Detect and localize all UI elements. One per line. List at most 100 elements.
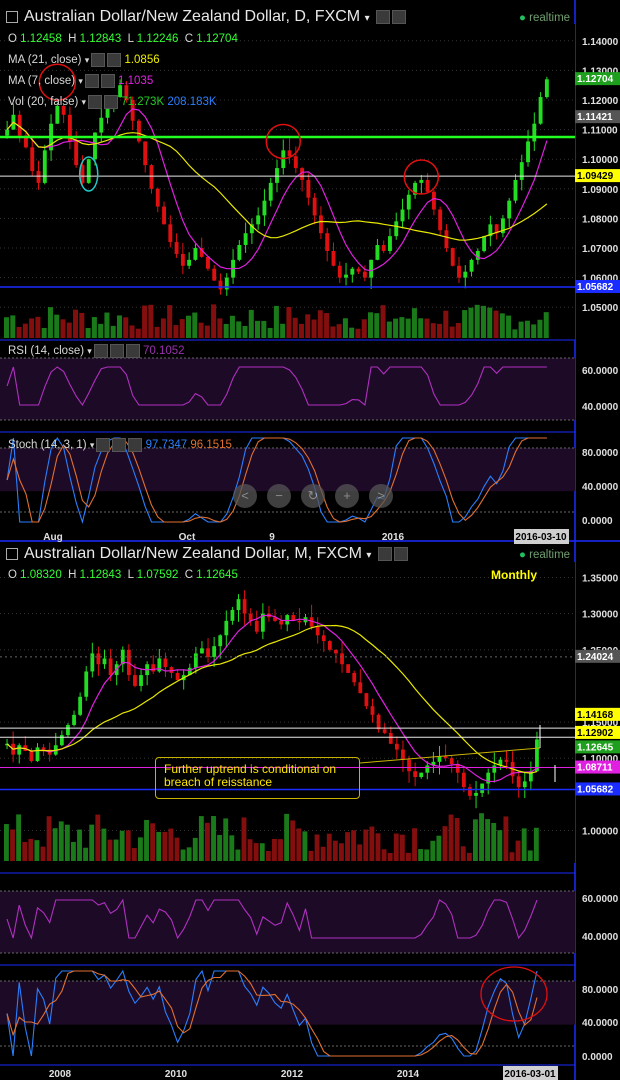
volume-bar (515, 840, 521, 861)
volume-bar (119, 830, 125, 861)
volume-bar (77, 829, 82, 861)
price-tag-label: 1.08711 (577, 763, 613, 774)
candle-body (29, 751, 34, 762)
eye-icon[interactable] (88, 95, 103, 109)
candle-body (315, 626, 320, 636)
eye-icon[interactable] (96, 438, 111, 452)
zoom-out-button[interactable]: − (267, 484, 291, 508)
volume-bar (455, 322, 461, 338)
candle-body (463, 271, 468, 278)
top-ma7-legend[interactable]: MA (7, close) ▾ 1.1035 (8, 74, 153, 88)
volume-bar (324, 313, 330, 338)
x-axis-label: 9 (269, 532, 275, 543)
candle-body (163, 658, 168, 668)
candle-body (243, 233, 248, 246)
reset-button[interactable]: ↻ (301, 484, 325, 508)
gear-icon[interactable] (100, 74, 115, 88)
candle-body (212, 268, 217, 281)
volume-bar (493, 310, 499, 338)
volume-bar (336, 324, 342, 338)
candle-body (376, 714, 381, 730)
volume-bar (167, 305, 173, 338)
volume-bar (480, 305, 486, 338)
volume-bar (156, 831, 162, 861)
rsi-tick-label: 40.0000 (582, 932, 619, 943)
volume-bar (174, 837, 180, 861)
volume-bar (430, 840, 436, 861)
x-axis-label: 2010 (165, 1069, 188, 1080)
candle-body (151, 664, 156, 672)
candle-body (468, 787, 472, 796)
price-tag-label: 1.14168 (577, 710, 614, 721)
scroll-left-button[interactable]: < (233, 484, 257, 508)
volume-bar (320, 846, 326, 861)
top-stoch-legend[interactable]: Stoch (14, 3, 1) ▾ 97.7347 96.1515 (8, 438, 232, 452)
candle-body (174, 242, 179, 254)
scroll-right-button[interactable]: > (369, 484, 393, 508)
gear-icon[interactable] (107, 53, 122, 67)
bottom-ohlc: O 1.08320 H 1.12843 L 1.07592 C 1.12645 (8, 569, 238, 581)
volume-bar (129, 325, 135, 338)
volume-bar (330, 326, 336, 338)
volume-bar (405, 318, 411, 338)
date-tag-label: 2016-03-01 (504, 1069, 556, 1080)
settings-icon[interactable] (377, 547, 392, 561)
settings-icon[interactable] (376, 10, 391, 24)
volume-bar (506, 315, 512, 338)
volume-bar (524, 320, 530, 338)
candle-body (193, 248, 198, 260)
volume-bar (302, 831, 308, 861)
eye-icon[interactable] (84, 74, 99, 88)
volume-bar (217, 318, 223, 338)
close-icon[interactable] (128, 438, 143, 452)
gear-icon[interactable] (109, 344, 124, 358)
candle-body (312, 197, 317, 216)
volume-bar (186, 847, 192, 861)
eye-icon[interactable] (93, 344, 108, 358)
volume-bar (229, 315, 235, 338)
gear-icon[interactable] (392, 10, 407, 24)
volume-bar (326, 833, 332, 861)
gear-icon[interactable] (104, 95, 119, 109)
gear-icon[interactable] (393, 547, 408, 561)
stoch-tick-label: 40.0000 (582, 1018, 619, 1029)
top-ma21-legend[interactable]: MA (21, close) ▾ 1.0856 (8, 53, 160, 67)
collapse-icon[interactable] (6, 11, 18, 23)
candle-body (237, 245, 242, 260)
volume-bar (247, 839, 253, 861)
candle-body (268, 182, 273, 201)
candle-body (30, 147, 35, 172)
candle-body (218, 280, 223, 290)
volume-bar (217, 835, 223, 861)
volume-bar (509, 852, 515, 861)
collapse-icon[interactable] (6, 548, 18, 560)
candle-body (133, 675, 137, 686)
candle-body (279, 620, 284, 625)
volume-bar (290, 820, 296, 861)
candle-body (352, 672, 357, 683)
volume-bar (29, 318, 35, 338)
volume-bar (424, 318, 430, 338)
candle-body (35, 747, 40, 762)
volume-bar (485, 819, 491, 861)
x-axis-label: Aug (43, 532, 62, 543)
volume-bar (186, 315, 192, 338)
top-vol-legend[interactable]: Vol (20, false) ▾ 71.273K 208.183K (8, 95, 217, 109)
candle-body (407, 759, 411, 772)
volume-bar (442, 826, 448, 861)
gear-icon[interactable] (112, 438, 127, 452)
candle-body (358, 682, 363, 694)
candle-body (262, 200, 267, 216)
volume-bar (462, 310, 468, 338)
volume-bar (411, 308, 417, 338)
volume-bar (123, 317, 129, 338)
candle-body (281, 150, 286, 169)
volume-bar (406, 852, 411, 861)
eye-icon[interactable] (91, 53, 106, 67)
candle-body (450, 248, 455, 266)
volume-bar (138, 837, 143, 861)
volume-bar (148, 304, 154, 338)
zoom-in-button[interactable]: + (335, 484, 359, 508)
close-icon[interactable] (125, 344, 140, 358)
top-rsi-legend[interactable]: RSI (14, close) ▾ 70.1052 (8, 344, 185, 358)
